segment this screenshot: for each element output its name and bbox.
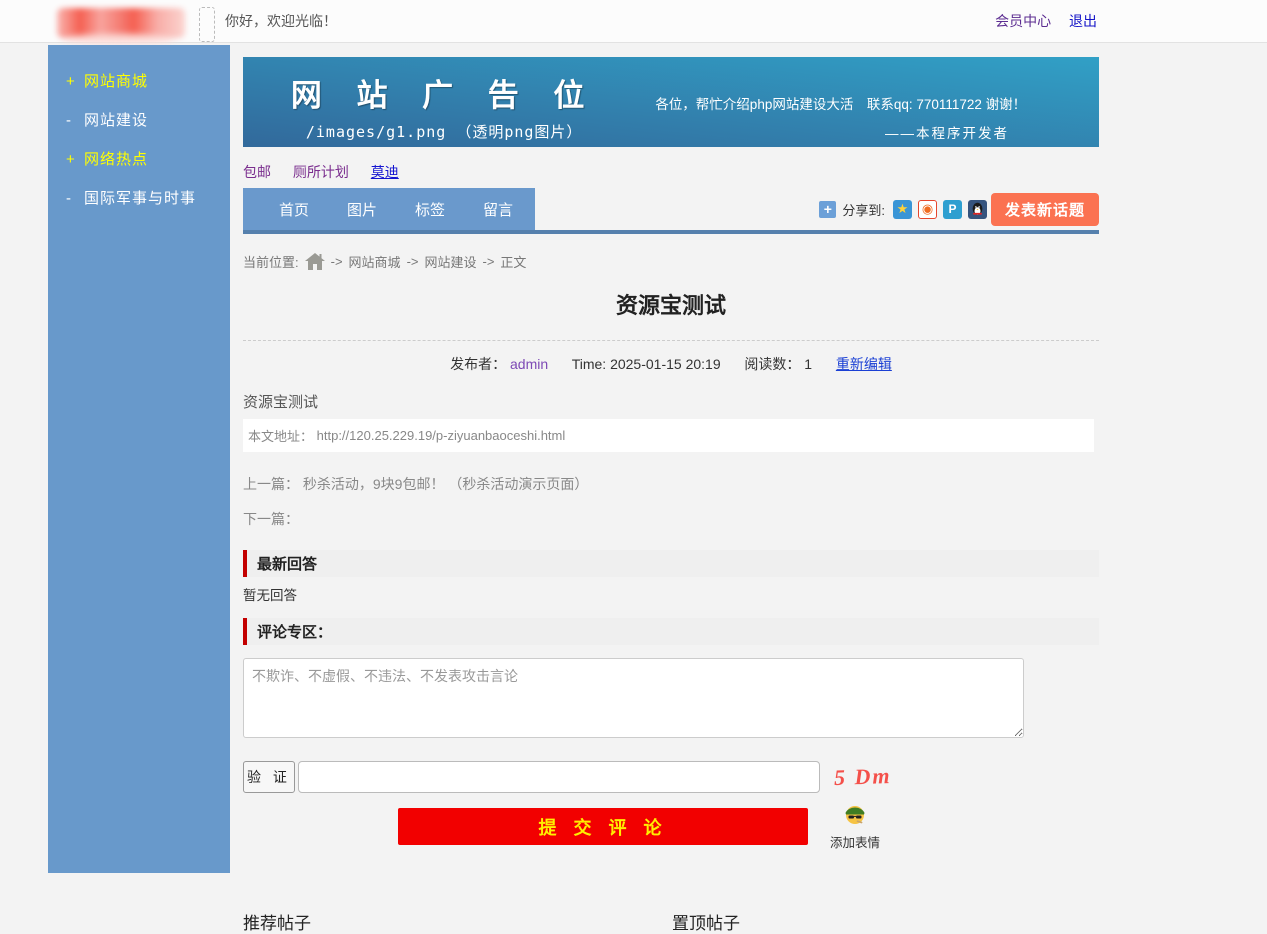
sidebar-item-label: 国际军事与时事 (84, 190, 196, 207)
expand-icon: + (66, 151, 84, 168)
logout-link[interactable]: 退出 (1069, 13, 1097, 29)
captcha-label: 验 证 (243, 761, 295, 793)
dashed-divider (243, 340, 1099, 341)
sidebar-item-guoji-junshi[interactable]: -国际军事与时事 (48, 178, 230, 217)
prev-post-link[interactable]: 秒杀活动，9块9包邮！ （秒杀活动演示页面） (303, 476, 588, 492)
main-content: 网 站 广 告 位 /images/g1.png （透明png图片） 各位，帮忙… (243, 43, 1099, 934)
pengyou-icon[interactable]: P (943, 200, 962, 219)
tag-link-modi[interactable]: 莫迪 (371, 164, 399, 180)
ad-banner-left: 网 站 广 告 位 /images/g1.png （透明png图片） (243, 57, 645, 147)
breadcrumb: 当前位置: -> 网站商城 -> 网站建设 -> 正文 (243, 250, 1099, 272)
ad-banner-subtitle: /images/g1.png （透明png图片） (243, 121, 645, 142)
comment-section-header: 评论专区： (243, 618, 1099, 645)
sidebar-item-wangluo-redian[interactable]: +网络热点 (48, 139, 230, 178)
tag-link-cesuojihua[interactable]: 厕所计划 (293, 164, 349, 180)
nav-underline (243, 230, 1099, 234)
sidebar-item-label: 网站建设 (84, 112, 148, 129)
breadcrumb-sep: -> (407, 254, 419, 269)
tab-messages[interactable]: 留言 (483, 199, 513, 220)
submit-comment-button[interactable]: 提 交 评 论 (398, 808, 808, 845)
views-label: 阅读数： (744, 356, 800, 372)
footer-columns: 推荐帖子 置顶帖子 (243, 909, 1099, 934)
submit-row: 提 交 评 论 添加表情 (243, 808, 1099, 851)
soldier-emoji-icon (843, 802, 867, 826)
account-links: 会员中心 退出 (981, 0, 1097, 43)
ad-banner-line1: 各位，帮忙介绍php网站建设大活 联系qq: 770111722 谢谢！ (655, 93, 1047, 113)
publisher-link[interactable]: admin (510, 356, 548, 372)
next-post-row: 下一篇： (243, 509, 1099, 529)
captcha-row: 验 证 5 Dm (243, 761, 1099, 793)
nav-row: 首页 图片 标签 留言 + 分享到: ★ ◉ P 发表新话题 (243, 188, 1099, 230)
views-value: 1 (804, 356, 812, 372)
tab-tags[interactable]: 标签 (415, 199, 445, 220)
article-body: 资源宝测试 (243, 391, 1099, 412)
breadcrumb-item-article[interactable]: 正文 (500, 252, 526, 271)
home-icon[interactable] (305, 253, 325, 270)
prev-label: 上一篇： (243, 476, 299, 492)
sidebar-item-wangzhan-shangcheng[interactable]: +网站商城 (48, 61, 230, 100)
recommended-posts-header: 推荐帖子 (243, 914, 311, 933)
member-center-link[interactable]: 会员中心 (995, 13, 1051, 29)
latest-answers-header: 最新回答 (243, 550, 1099, 577)
sidebar-item-wangzhan-jianshe[interactable]: -网站建设 (48, 100, 230, 139)
breadcrumb-prefix: 当前位置: (243, 252, 299, 271)
tag-links: 包邮 厕所计划 莫迪 (243, 162, 1099, 184)
share-label: 分享到: (842, 200, 885, 219)
welcome-text: 你好，欢迎光临！ (225, 0, 337, 43)
add-emoji-block[interactable]: 添加表情 (830, 802, 880, 851)
breadcrumb-item-shop[interactable]: 网站商城 (349, 252, 401, 271)
breadcrumb-sep: -> (331, 254, 343, 269)
share-bar: + 分享到: ★ ◉ P (819, 188, 987, 230)
next-label: 下一篇： (243, 511, 299, 527)
qzone-icon[interactable]: ★ (893, 200, 912, 219)
ad-banner[interactable]: 网 站 广 告 位 /images/g1.png （透明png图片） 各位，帮忙… (243, 57, 1099, 147)
qq-icon[interactable] (968, 200, 987, 219)
comment-textarea[interactable] (243, 658, 1024, 738)
category-sidebar: +网站商城 -网站建设 +网络热点 -国际军事与时事 (48, 45, 230, 873)
weibo-icon[interactable]: ◉ (918, 200, 937, 219)
logo-placeholder-box (199, 7, 215, 42)
captcha-image[interactable]: 5 Dm (834, 763, 892, 791)
no-answers-text: 暂无回答 (243, 584, 1099, 604)
tag-link-baoyou[interactable]: 包邮 (243, 164, 271, 180)
ad-banner-title: 网 站 广 告 位 (243, 70, 645, 115)
url-value: http://120.25.229.19/p-ziyuanbaoceshi.ht… (317, 428, 566, 443)
time-value: 2025-01-15 20:19 (610, 356, 721, 372)
pinned-posts-header: 置顶帖子 (672, 909, 740, 934)
tab-home[interactable]: 首页 (279, 199, 309, 220)
breadcrumb-sep: -> (483, 254, 495, 269)
article-title: 资源宝测试 (243, 288, 1099, 320)
prev-post-row: 上一篇： 秒杀活动，9块9包邮！ （秒杀活动演示页面） (243, 474, 1099, 494)
breadcrumb-item-build[interactable]: 网站建设 (424, 252, 476, 271)
top-bar: 你好，欢迎光临！ 会员中心 退出 (0, 0, 1267, 43)
qq-penguin-icon (970, 202, 985, 217)
ad-banner-message: 各位，帮忙介绍php网站建设大活 联系qq: 770111722 谢谢！ ——本… (645, 57, 1099, 147)
new-topic-button[interactable]: 发表新话题 (991, 193, 1099, 226)
collapse-icon: - (66, 112, 84, 129)
sidebar-item-label: 网络热点 (84, 151, 148, 168)
article-meta: 发布者： admin Time: 2025-01-15 20:19 阅读数： 1… (243, 354, 1099, 374)
article-url-box: 本文地址： http://120.25.229.19/p-ziyuanbaoce… (243, 419, 1094, 452)
captcha-input[interactable] (298, 761, 820, 793)
ad-banner-line2: ——本程序开发者 (655, 122, 1047, 142)
time-label: Time: (572, 356, 606, 372)
sidebar-item-label: 网站商城 (84, 73, 148, 90)
tab-images[interactable]: 图片 (347, 199, 377, 220)
re-edit-link[interactable]: 重新编辑 (836, 356, 892, 372)
share-plus-icon[interactable]: + (819, 201, 836, 218)
publisher-label: 发布者： (450, 356, 506, 372)
add-emoji-label: 添加表情 (830, 832, 880, 851)
site-logo[interactable] (57, 8, 185, 38)
expand-icon: + (66, 73, 84, 90)
url-label: 本文地址： (248, 426, 313, 445)
collapse-icon: - (66, 190, 84, 207)
nav-tabs: 首页 图片 标签 留言 (243, 188, 535, 230)
